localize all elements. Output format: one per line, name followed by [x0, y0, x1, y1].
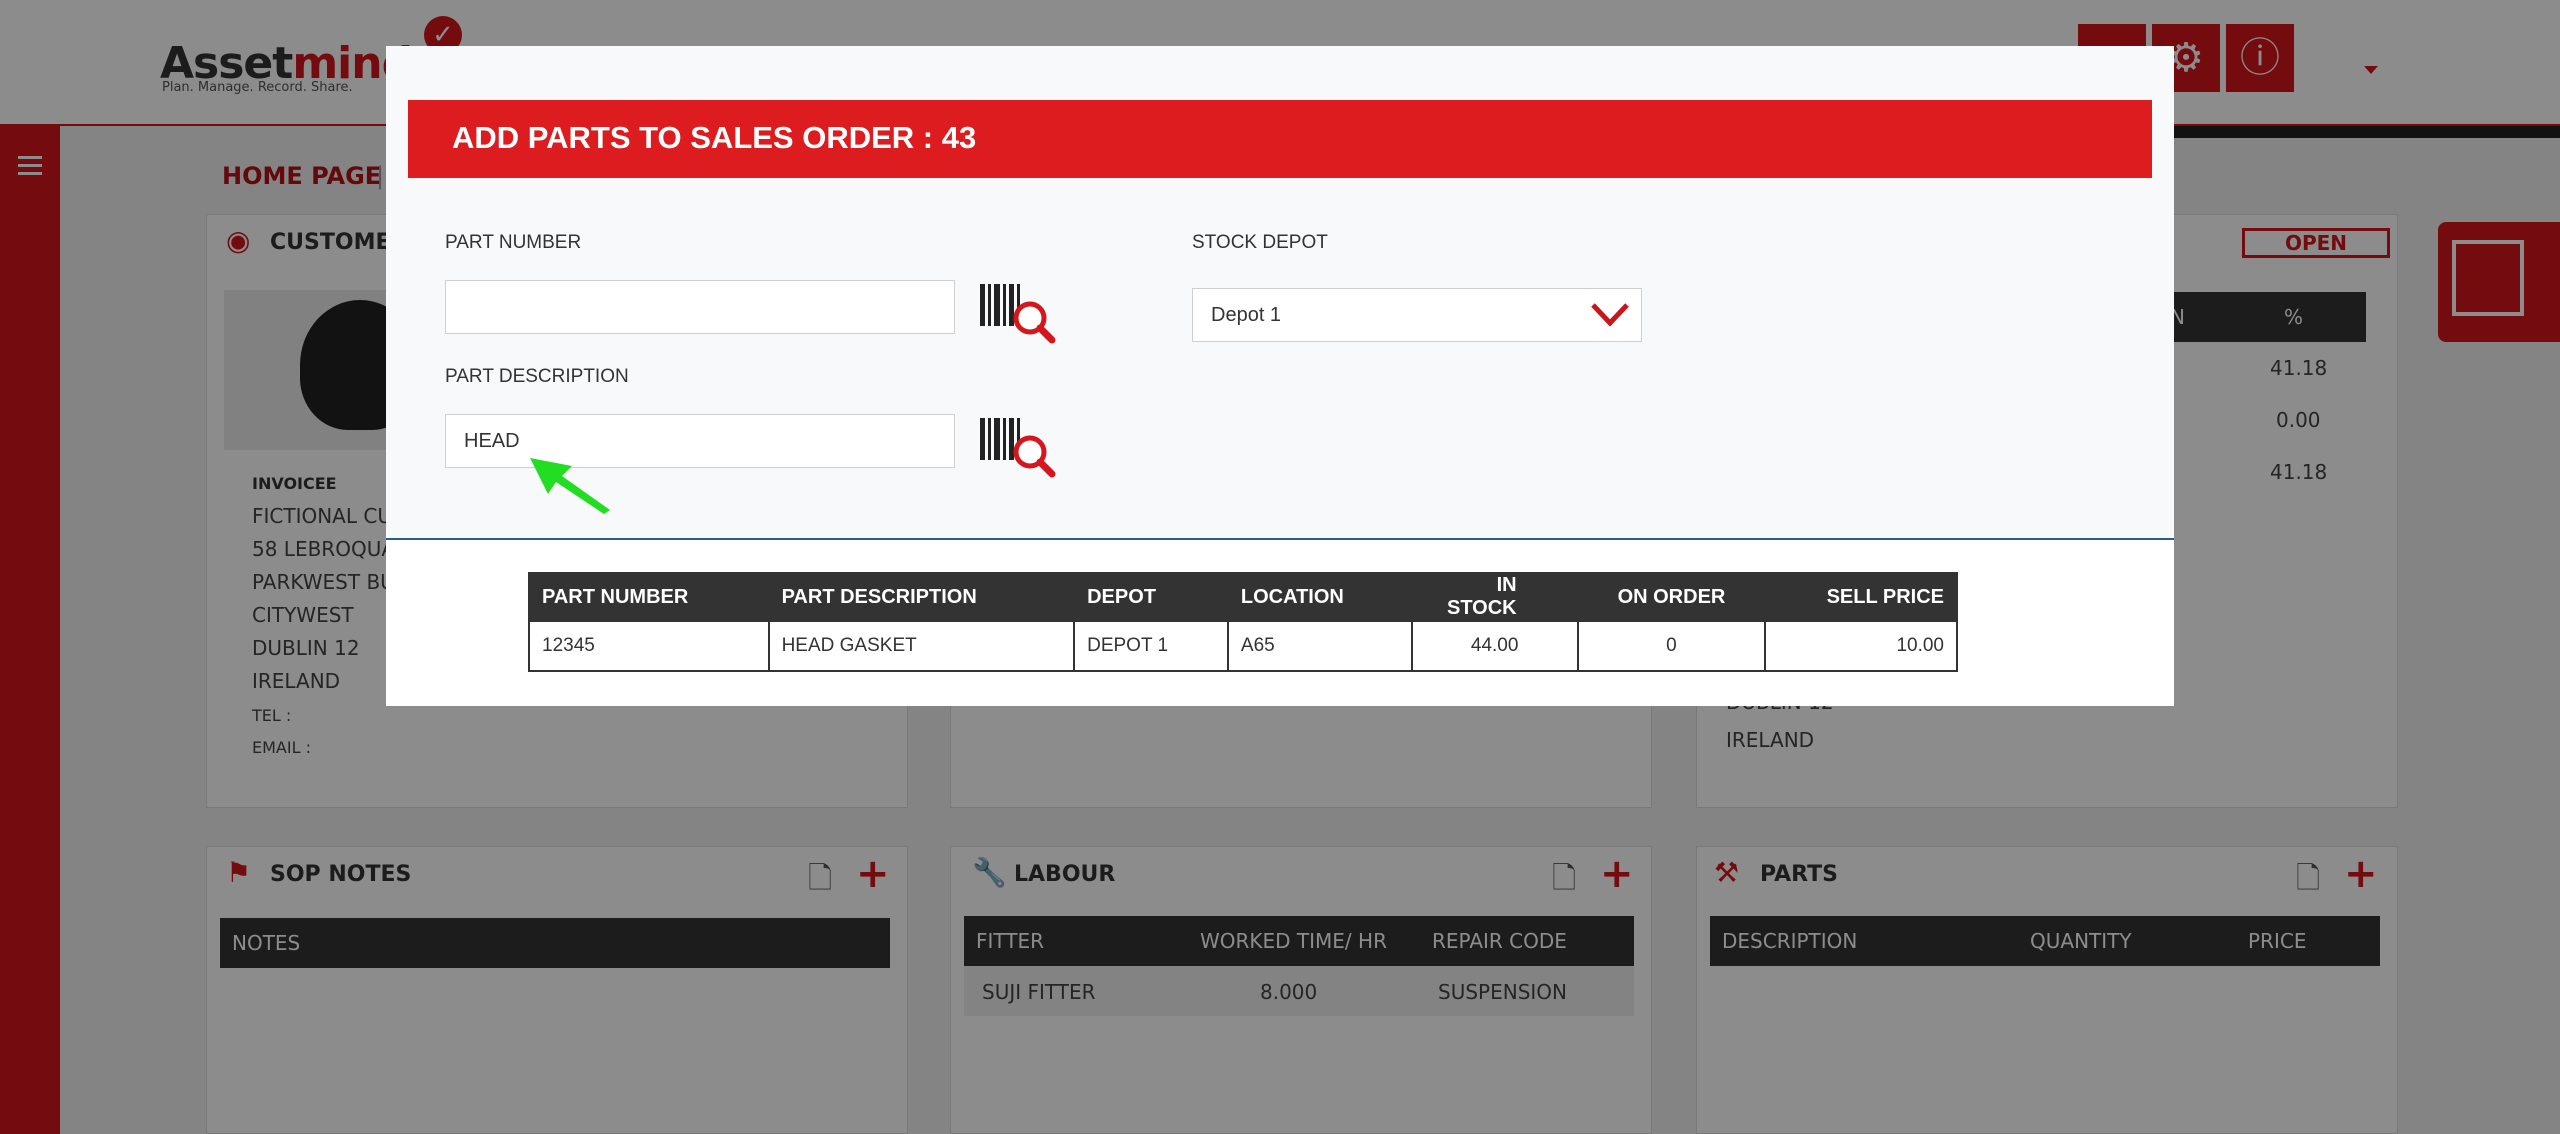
barcode-search-icon[interactable] — [978, 412, 1058, 478]
col-sell-price: SELL PRICE — [1764, 572, 1958, 622]
stock-depot-value: Depot 1 — [1211, 304, 1282, 326]
modal-header: ADD PARTS TO SALES ORDER : 43 — [408, 100, 2152, 178]
cell-on-order: 0 — [1576, 620, 1767, 672]
cell-depot: DEPOT 1 — [1073, 620, 1229, 672]
col-in-stock: IN STOCK — [1410, 572, 1579, 622]
stock-depot-select[interactable]: Depot 1 — [1192, 288, 1642, 342]
part-description-label: PART DESCRIPTION — [445, 366, 629, 387]
add-parts-modal: ADD PARTS TO SALES ORDER : 43 PART NUMBE… — [386, 46, 2174, 706]
annotation-arrow-icon — [530, 458, 610, 514]
col-part-number: PART NUMBER — [528, 572, 770, 622]
col-depot: DEPOT — [1073, 572, 1229, 622]
part-description-input[interactable] — [445, 414, 955, 468]
barcode-search-icon[interactable] — [978, 278, 1058, 344]
part-number-label: PART NUMBER — [445, 232, 582, 253]
chevron-down-icon — [1591, 303, 1629, 327]
cell-in-stock: 44.00 — [1410, 620, 1579, 672]
part-number-input[interactable] — [445, 280, 955, 334]
cell-location: A65 — [1226, 620, 1413, 672]
cell-part-description: HEAD GASKET — [767, 620, 1076, 672]
cell-sell-price: 10.00 — [1764, 620, 1958, 672]
table-row[interactable]: 12345 HEAD GASKET DEPOT 1 A65 44.00 0 10… — [528, 620, 1958, 672]
col-on-order: ON ORDER — [1576, 572, 1767, 622]
modal-title: ADD PARTS TO SALES ORDER : 43 — [452, 120, 977, 155]
parts-results-table: PART NUMBER PART DESCRIPTION DEPOT LOCAT… — [528, 572, 1958, 672]
cell-part-number: 12345 — [528, 620, 770, 672]
col-part-description: PART DESCRIPTION — [767, 572, 1076, 622]
stock-depot-label: STOCK DEPOT — [1192, 232, 1328, 253]
results-header-row: PART NUMBER PART DESCRIPTION DEPOT LOCAT… — [528, 572, 1958, 622]
col-location: LOCATION — [1226, 572, 1413, 622]
